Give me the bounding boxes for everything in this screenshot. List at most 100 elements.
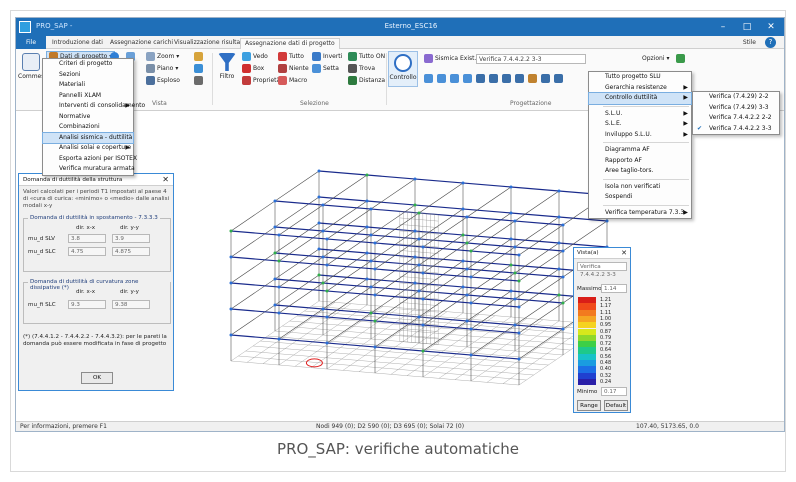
arrow-right-icon[interactable] [437, 74, 446, 83]
arrow-right2-icon[interactable] [463, 74, 472, 83]
model-node[interactable] [417, 263, 421, 267]
progettazione-menu-item[interactable]: Sospendi [589, 192, 691, 203]
model-node[interactable] [413, 203, 417, 207]
model-node[interactable] [365, 225, 369, 229]
model-node[interactable] [417, 211, 421, 215]
model-node[interactable] [365, 251, 369, 255]
model-node[interactable] [321, 307, 325, 311]
slab-icon[interactable] [515, 74, 524, 83]
progettazione-menu-item[interactable]: Controllo duttilità ▶ [588, 92, 692, 105]
tab-assegnazione-carichi[interactable]: Assegnazione carichi [110, 38, 173, 49]
progettazione-menu-item[interactable]: Aree taglio-tors. [589, 166, 691, 177]
model-node[interactable] [557, 293, 561, 297]
model-node[interactable] [373, 293, 377, 297]
model-node[interactable] [317, 221, 321, 225]
dati-progetto-menu-item[interactable]: Analisi solai e coperture ▶ [43, 143, 133, 154]
opzioni-button[interactable]: Opzioni ▾ [642, 54, 685, 63]
maximize-icon[interactable]: □ [736, 20, 758, 34]
model-node[interactable] [513, 271, 517, 275]
mu-d-slv-x-field[interactable]: 3.8 [68, 234, 106, 243]
progettazione-menu-item[interactable]: Verifica temperatura 7.3.3 ▶ [589, 208, 691, 219]
model-node[interactable] [513, 245, 517, 249]
tab-introduzione-dati[interactable]: Introduzione dati [52, 38, 103, 49]
view-tool-1[interactable] [194, 52, 203, 61]
view-tool-2[interactable] [194, 64, 203, 73]
model-node[interactable] [277, 311, 281, 315]
model-node[interactable] [277, 285, 281, 289]
model-node[interactable] [373, 345, 377, 349]
model-node[interactable] [465, 215, 469, 219]
model-node[interactable] [325, 237, 329, 241]
model-node[interactable] [557, 189, 561, 193]
legend-combo[interactable]: Verifica 7.4.4.2.2 3-3 [577, 262, 627, 278]
dati-progetto-menu-item[interactable]: Sezioni [43, 70, 133, 81]
beam-icon[interactable] [489, 74, 498, 83]
model-node[interactable] [373, 241, 377, 245]
controllo-button[interactable]: Controllo [388, 51, 418, 87]
legend-close-icon[interactable]: ✕ [621, 248, 627, 259]
model-node[interactable] [413, 229, 417, 233]
progettazione-menu-item[interactable]: S.L.E. ▶ [589, 119, 691, 130]
model-node[interactable] [517, 253, 521, 257]
arrow-left-icon[interactable] [424, 74, 433, 83]
wall-icon[interactable] [502, 74, 511, 83]
model-node[interactable] [321, 229, 325, 233]
model-node[interactable] [321, 203, 325, 207]
model-node[interactable] [417, 315, 421, 319]
model-node[interactable] [465, 293, 469, 297]
model-node[interactable] [509, 289, 513, 293]
foundation-icon[interactable] [541, 74, 550, 83]
model-node[interactable] [229, 281, 233, 285]
model-node[interactable] [557, 241, 561, 245]
arrow-left2-icon[interactable] [450, 74, 459, 83]
model-node[interactable] [517, 357, 521, 361]
tab-visualizzazione-risultati[interactable]: Visualizzazione risultati [174, 38, 244, 49]
model-node[interactable] [325, 263, 329, 267]
model-node[interactable] [557, 267, 561, 271]
column-icon[interactable] [476, 74, 485, 83]
model-node[interactable] [465, 241, 469, 245]
model-node[interactable] [461, 181, 465, 185]
model-node[interactable] [561, 249, 565, 253]
model-node[interactable] [509, 211, 513, 215]
model-node[interactable] [317, 247, 321, 251]
model-node[interactable] [557, 215, 561, 219]
dati-progetto-menu-item[interactable]: Criteri di progetto [43, 59, 133, 70]
model-node[interactable] [317, 169, 321, 173]
model-node[interactable] [325, 315, 329, 319]
duttilita-submenu-item[interactable]: Verifica (7.4.29) 3-3 [693, 103, 779, 114]
model-node[interactable] [365, 199, 369, 203]
piano-button[interactable]: Piano ▾ [146, 64, 178, 73]
model-node[interactable] [325, 341, 329, 345]
vedo-button[interactable]: Vedo [242, 52, 268, 61]
dati-progetto-menu-item[interactable]: Verifica muratura armata [43, 164, 135, 175]
legend-min-field[interactable]: 0.17 [601, 387, 627, 396]
duttilita-submenu-item[interactable]: ✔ Verifica 7.4.4.2.2 3-3 [693, 124, 779, 135]
close-icon[interactable]: ✕ [760, 20, 782, 34]
rebar-icon[interactable] [528, 74, 537, 83]
esploso-button[interactable]: Esploso [146, 76, 180, 85]
model-node[interactable] [469, 327, 473, 331]
legend-max-field[interactable]: 1.14 [601, 284, 627, 293]
trova-button[interactable]: Trova [348, 64, 375, 73]
dati-progetto-menu-item[interactable]: Normative [43, 112, 133, 123]
progettazione-menu-item[interactable]: Tutto progetto SLU [589, 72, 691, 83]
model-node[interactable] [513, 297, 517, 301]
model-node[interactable] [517, 279, 521, 283]
niente-button[interactable]: Niente [278, 64, 309, 73]
macro-button[interactable]: Macro [278, 76, 307, 85]
model-node[interactable] [421, 245, 425, 249]
node-icon[interactable] [554, 74, 563, 83]
dati-progetto-menu-item[interactable]: Analisi sismica - duttilità [42, 131, 134, 144]
model-node[interactable] [273, 277, 277, 281]
duttilita-submenu-item[interactable]: Verifica (7.4.29) 2-2 [693, 92, 779, 103]
dati-progetto-menu-item[interactable]: Pannelli XLAM [43, 91, 133, 102]
mu-d-slc-x-field[interactable]: 4.75 [68, 247, 106, 256]
model-node[interactable] [273, 199, 277, 203]
model-node[interactable] [421, 349, 425, 353]
style-menu[interactable]: Stile [743, 39, 756, 46]
model-node[interactable] [561, 275, 565, 279]
model-node[interactable] [417, 237, 421, 241]
verifica-combo[interactable]: Verifica 7.4.4.2.2 3-3 [476, 54, 586, 64]
model-node[interactable] [369, 233, 373, 237]
